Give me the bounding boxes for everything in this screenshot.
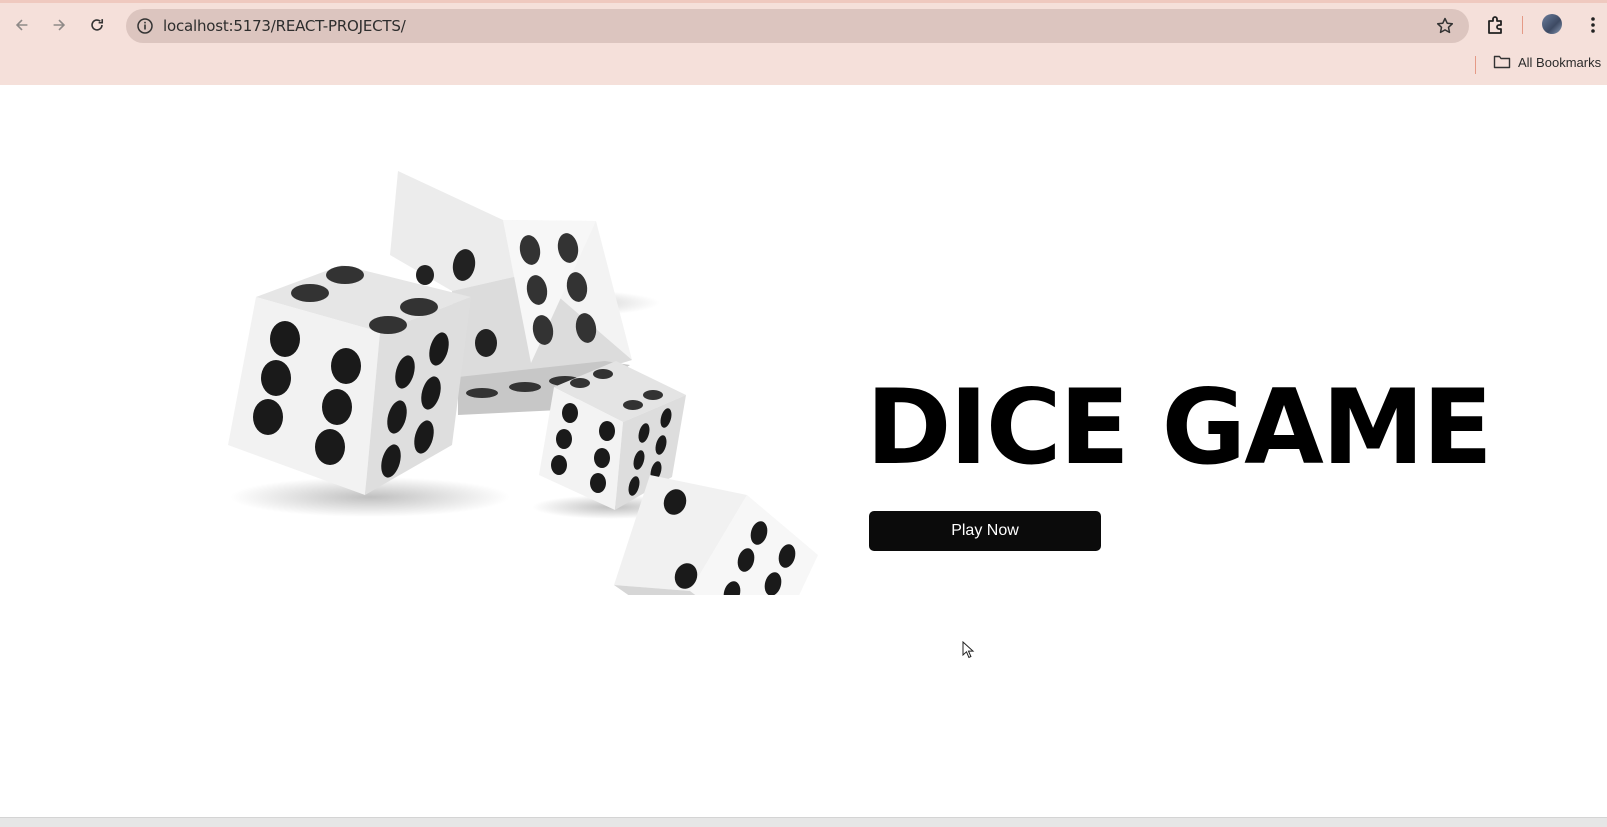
address-bar[interactable]: localhost:5173/REACT-PROJECTS/ <box>126 9 1469 43</box>
play-now-button[interactable]: Play Now <box>869 511 1101 551</box>
horizontal-scrollbar[interactable] <box>0 817 1607 827</box>
die-front <box>614 475 818 595</box>
forward-button[interactable] <box>46 12 72 38</box>
tab-strip-edge <box>0 0 1607 3</box>
menu-icon <box>1591 17 1595 33</box>
page-title: DICE GAME <box>866 368 1493 488</box>
back-button[interactable] <box>9 12 35 38</box>
star-icon[interactable] <box>1435 16 1455 36</box>
reload-icon <box>91 19 104 31</box>
dice-illustration <box>228 171 818 595</box>
back-icon <box>15 19 28 31</box>
url-text[interactable]: localhost:5173/REACT-PROJECTS/ <box>163 17 406 35</box>
reload-button[interactable] <box>84 12 110 38</box>
mouse-cursor-icon <box>962 641 975 659</box>
profile-avatar[interactable] <box>1542 14 1562 34</box>
toolbar-divider <box>1522 16 1523 34</box>
all-bookmarks-label: All Bookmarks <box>1518 54 1602 70</box>
info-icon[interactable] <box>136 17 154 35</box>
all-bookmarks[interactable]: All Bookmarks <box>1493 54 1601 70</box>
folder-icon <box>1493 55 1511 69</box>
forward-icon <box>53 19 66 31</box>
browser-toolbar: localhost:5173/REACT-PROJECTS/ All Bookm… <box>0 0 1607 85</box>
bookmarks-divider <box>1475 56 1476 74</box>
menu-button[interactable] <box>1582 14 1604 36</box>
extensions-icon <box>1488 16 1502 34</box>
extensions-button[interactable] <box>1485 14 1507 36</box>
